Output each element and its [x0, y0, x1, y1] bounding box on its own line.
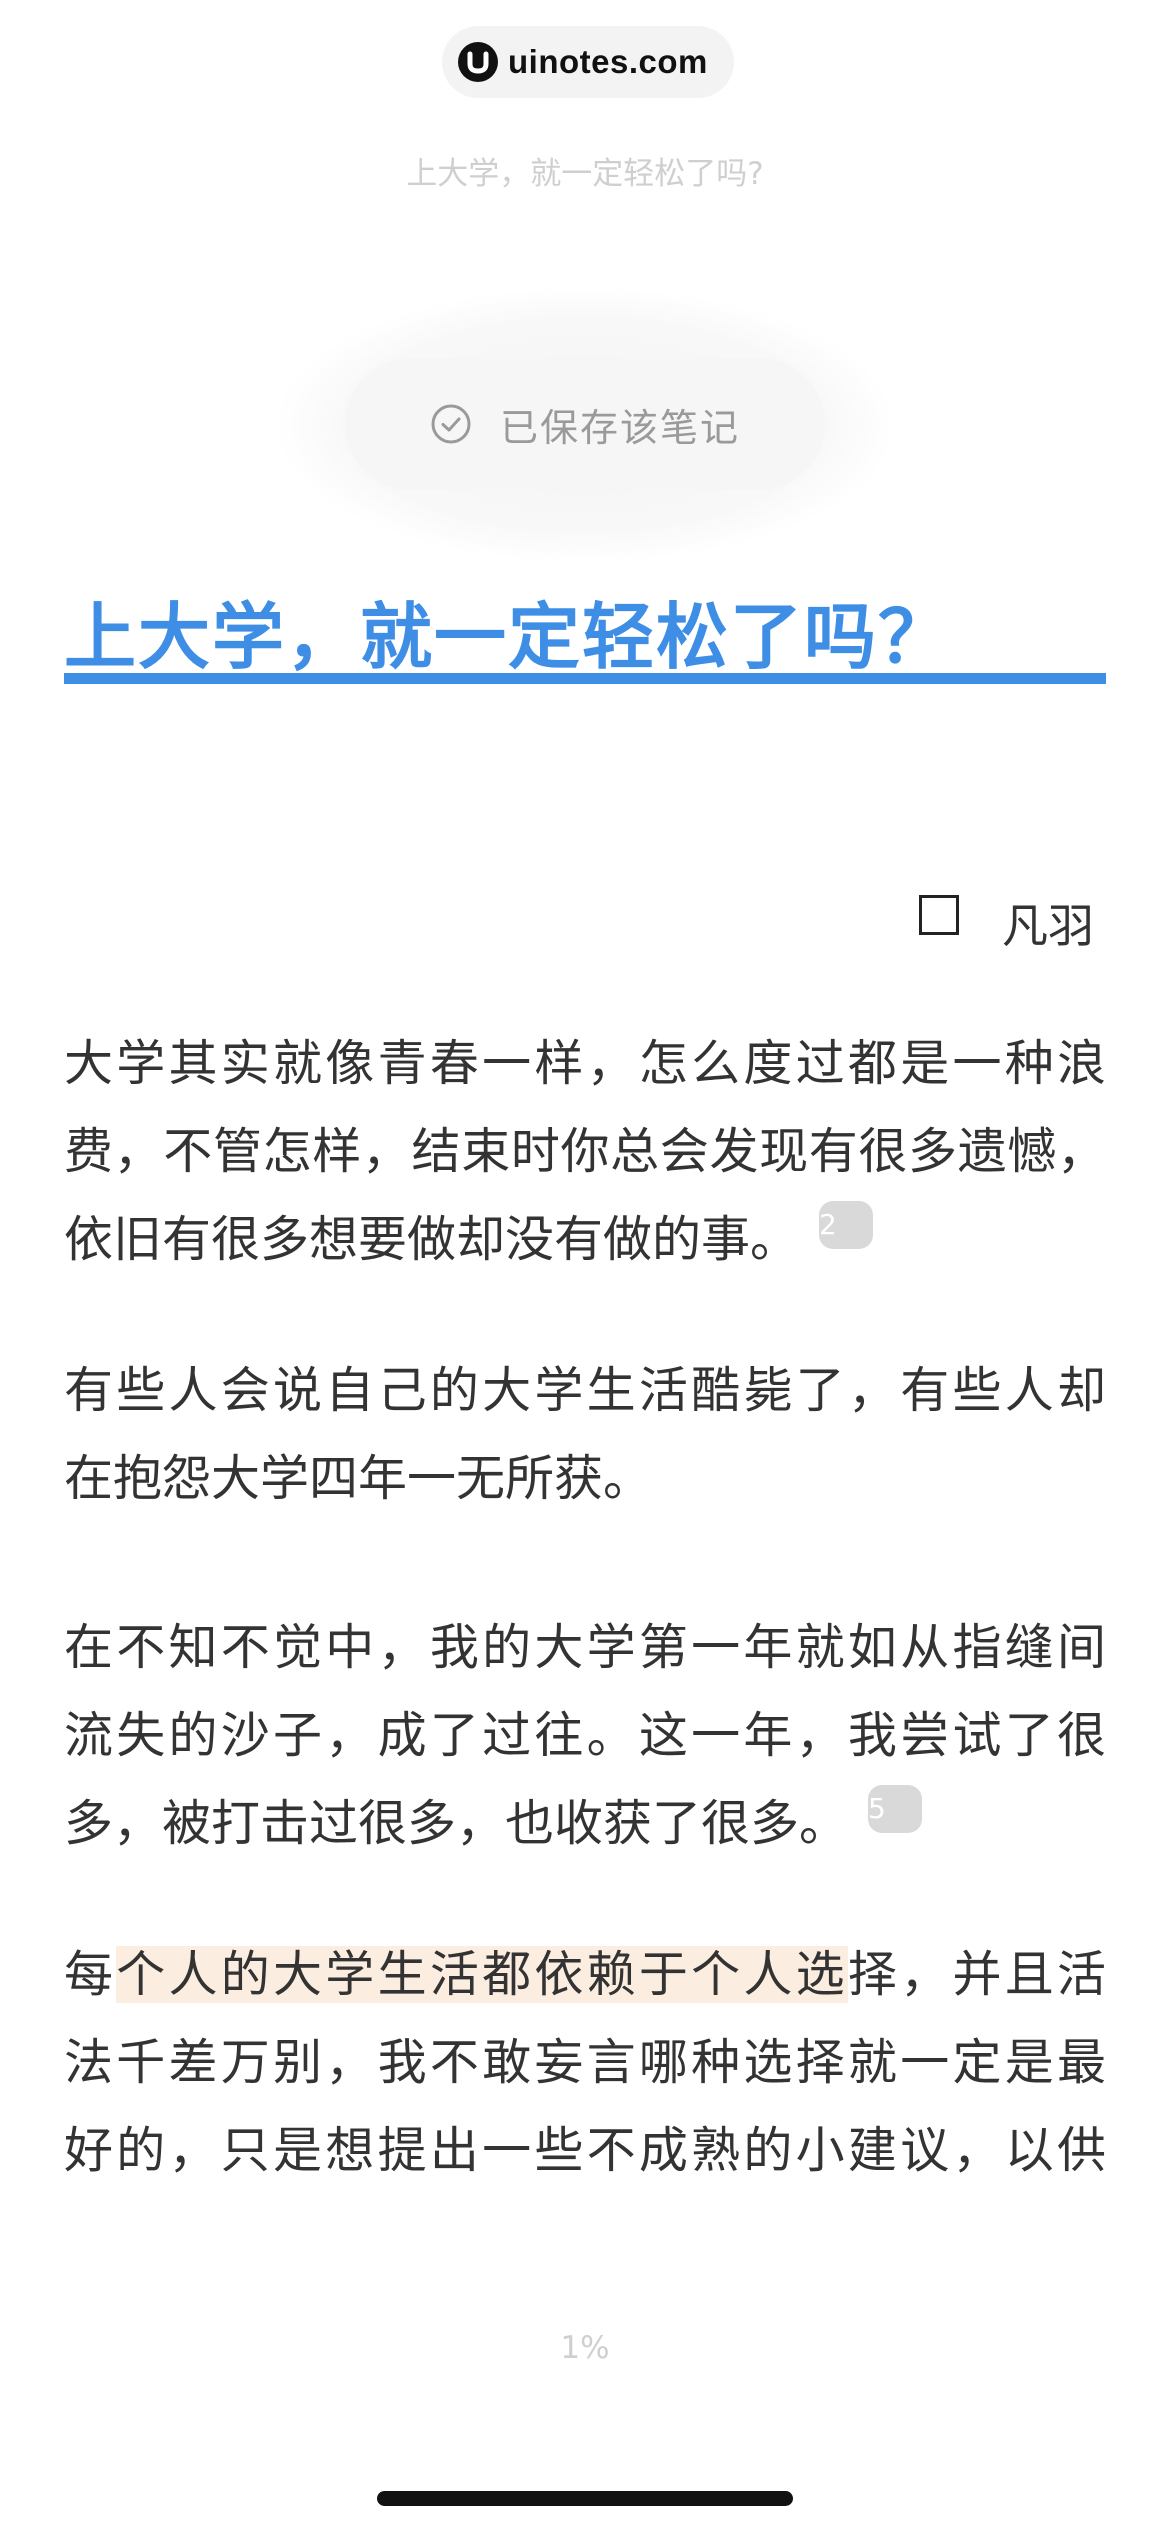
paragraph-line: 费，不管怎样，结束时你总会发现有很多遗憾，: [64, 1123, 1106, 1180]
comment-count-badge[interactable]: 5: [868, 1785, 923, 1833]
saved-toast: 已保存该笔记: [345, 358, 825, 490]
author-avatar-placeholder: [919, 895, 959, 935]
paragraph-line-last: 多，被打击过很多，也收获了很多。 5: [64, 1780, 1106, 1868]
paragraph-line-text: 依旧有很多想要做却没有做的事。: [64, 1211, 800, 1268]
article-title: 上大学，就一定轻松了吗？: [64, 595, 953, 679]
paragraph-text-suffix: 择，并且活: [847, 1946, 1106, 2003]
saved-toast-text: 已保存该笔记: [499, 405, 740, 450]
brand-text: uinotes.com: [508, 43, 708, 80]
brand-watermark: uinotes.com: [442, 26, 734, 98]
article-paragraph-3: 在不知不觉中，我的大学第一年就如从指缝间 流失的沙子，成了过往。这一年，我尝试了…: [64, 1604, 1106, 1868]
title-underline: [64, 673, 1106, 684]
paragraph-line: 在不知不觉中，我的大学第一年就如从指缝间: [64, 1619, 1106, 1676]
paragraph-line: 在抱怨大学四年一无所获。: [64, 1450, 653, 1507]
paragraph-line: 法千差万别，我不敢妄言哪种选择就一定是最: [64, 2034, 1106, 2091]
home-indicator[interactable]: [377, 2491, 793, 2506]
article-paragraph-2: 有些人会说自己的大学生活酷毙了，有些人却 在抱怨大学四年一无所获。: [64, 1347, 1106, 1523]
article-paragraph-4: 每个人的大学生活都依赖于个人选择，并且活 法千差万别，我不敢妄言哪种选择就一定是…: [64, 1931, 1106, 2195]
note-title-header: 上大学，就一定轻松了吗?: [406, 156, 764, 192]
author-name: 凡羽: [1002, 899, 1094, 953]
paragraph-line: 好的，只是想提出一些不成熟的小建议，以供: [64, 2122, 1106, 2179]
highlighted-text[interactable]: 个人的大学生活都依赖于个人选: [116, 1946, 848, 2003]
paragraph-text-prefix: 每: [64, 1946, 117, 2003]
paragraph-line: 有些人会说自己的大学生活酷毙了，有些人却: [64, 1362, 1106, 1419]
paragraph-line: 流失的沙子，成了过往。这一年，我尝试了很: [64, 1707, 1106, 1764]
uinotes-logo-icon: [458, 42, 498, 82]
paragraph-line: 每个人的大学生活都依赖于个人选择，并且活: [64, 1931, 1106, 2019]
check-circle-icon: [431, 404, 471, 444]
article-paragraph-1: 大学其实就像青春一样，怎么度过都是一种浪 费，不管怎样，结束时你总会发现有很多遗…: [64, 1020, 1106, 1284]
paragraph-line-last: 依旧有很多想要做却没有做的事。 2: [64, 1196, 1106, 1284]
comment-count-badge[interactable]: 2: [819, 1201, 874, 1249]
paragraph-line: 大学其实就像青春一样，怎么度过都是一种浪: [64, 1035, 1106, 1092]
reading-progress: 1%: [560, 2330, 610, 2366]
paragraph-line-text: 多，被打击过很多，也收获了很多。: [64, 1795, 849, 1852]
